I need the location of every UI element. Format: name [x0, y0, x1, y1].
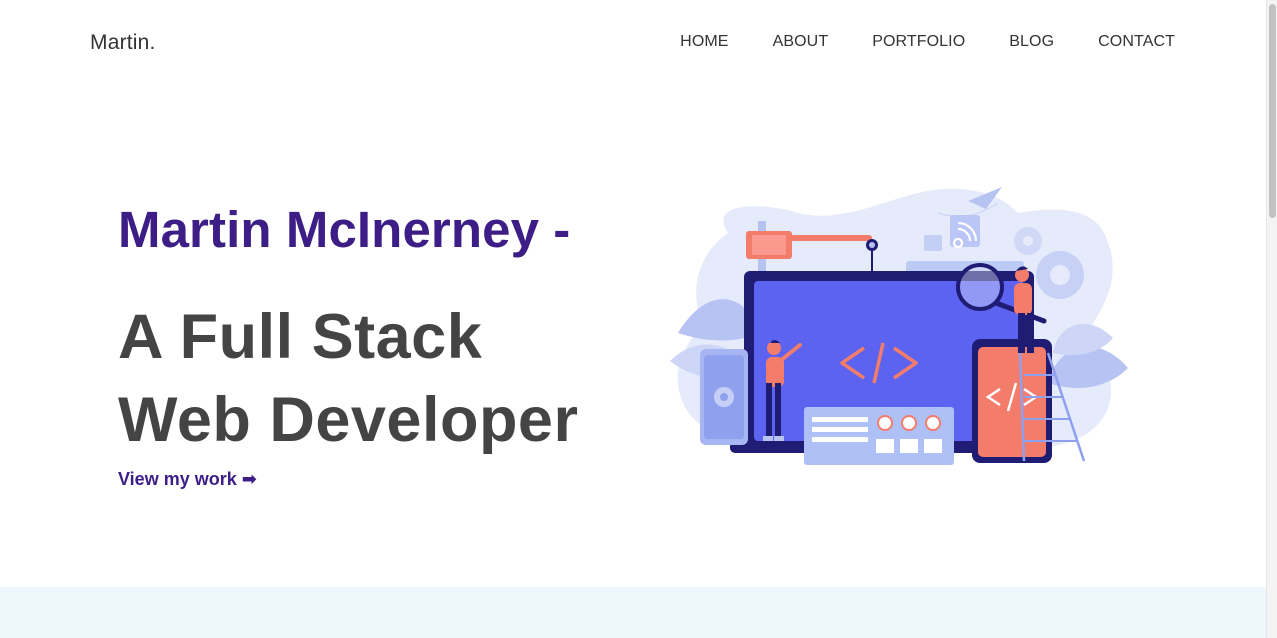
next-section-band	[0, 587, 1266, 638]
main-nav: HOME ABOUT PORTFOLIO BLOG CONTACT	[636, 33, 1175, 51]
view-work-link[interactable]: View my work ➡	[118, 469, 257, 490]
developer-illustration	[668, 183, 1134, 468]
page-scrollbar[interactable]	[1266, 0, 1277, 638]
hero-name: Martin McInerney -	[118, 201, 571, 258]
scrollbar-thumb[interactable]	[1269, 4, 1276, 218]
navbar: Martin. HOME ABOUT PORTFOLIO BLOG CONTAC…	[0, 0, 1266, 86]
developer-illustration-svg	[670, 187, 1128, 465]
hero-title-line2: Web Developer	[118, 385, 579, 455]
nav-home[interactable]: HOME	[680, 33, 728, 51]
nav-contact[interactable]: CONTACT	[1098, 33, 1175, 51]
page: Martin. HOME ABOUT PORTFOLIO BLOG CONTAC…	[0, 0, 1266, 638]
nav-blog[interactable]: BLOG	[1009, 33, 1054, 51]
nav-portfolio[interactable]: PORTFOLIO	[872, 33, 965, 51]
brand-logo[interactable]: Martin.	[90, 31, 156, 55]
hero-title-line1: A Full Stack	[118, 302, 483, 372]
hero-title: A Full Stack Web Developer	[118, 296, 578, 462]
nav-about[interactable]: ABOUT	[773, 33, 829, 51]
